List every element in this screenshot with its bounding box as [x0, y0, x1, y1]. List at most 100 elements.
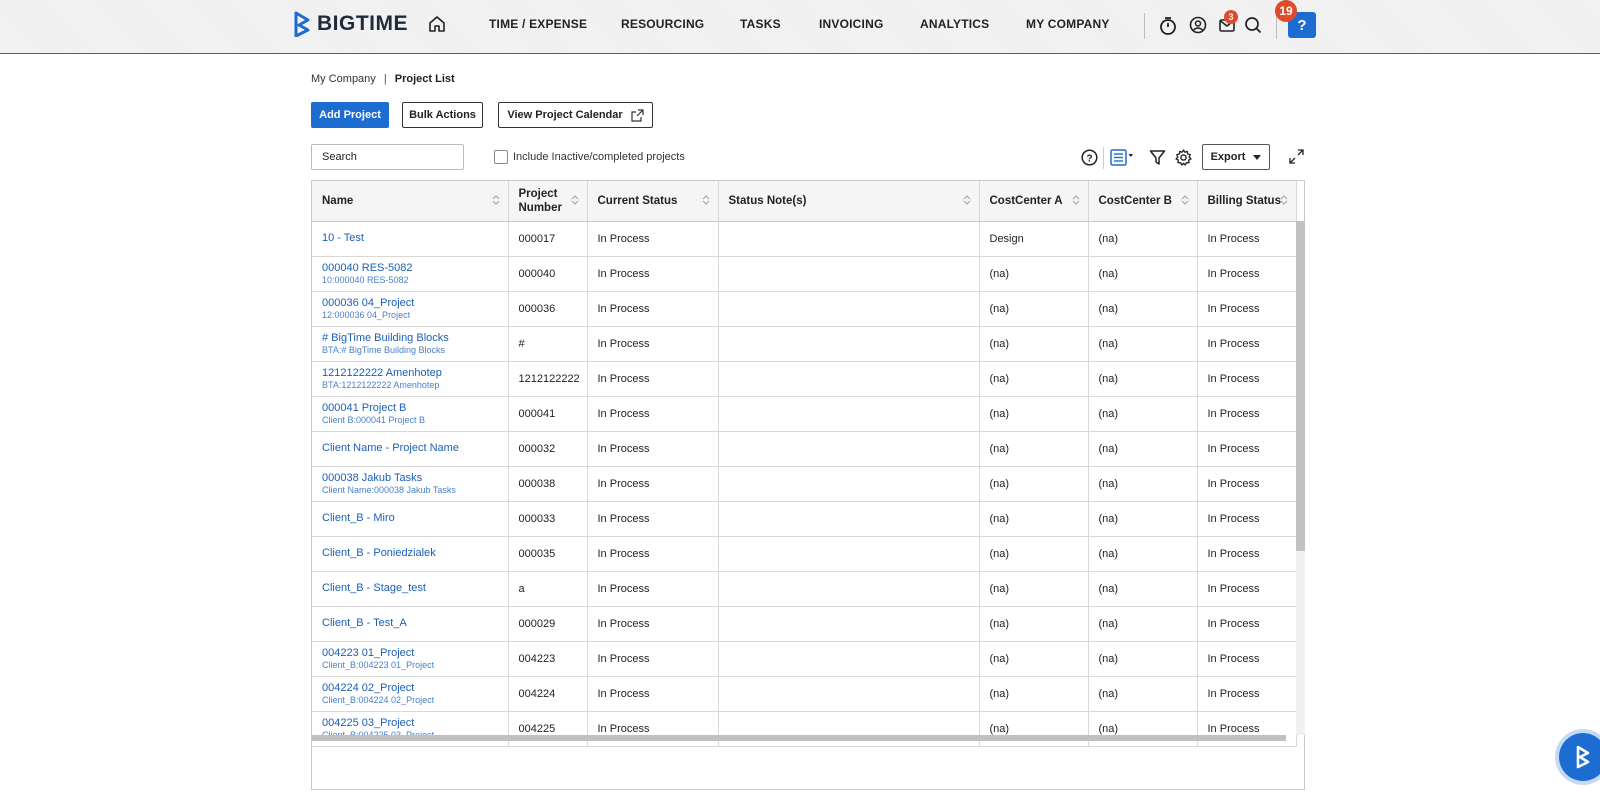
- status-note-cell: [718, 536, 980, 572]
- project-name-link[interactable]: Client_B - Test_A: [322, 617, 498, 630]
- costcenter-b-cell: (na): [1088, 431, 1198, 467]
- settings-button[interactable]: [1175, 149, 1192, 171]
- search-icon: [1245, 17, 1262, 34]
- breadcrumb-parent[interactable]: My Company: [311, 73, 376, 85]
- sort-icon[interactable]: [963, 194, 971, 210]
- grid-help-button[interactable]: ?: [1081, 149, 1098, 171]
- nav-my-company[interactable]: MY COMPANY: [1026, 17, 1110, 31]
- project-name-link[interactable]: 004224 02_Project: [322, 682, 498, 695]
- status-note-cell: [718, 676, 980, 712]
- assistant-launcher-button[interactable]: [1559, 733, 1600, 781]
- project-name-link[interactable]: 10 - Test: [322, 232, 498, 245]
- table-row[interactable]: Client_B - Poniedzialek 000035 In Process(…: [312, 536, 1297, 572]
- project-full-name: 10:000040 RES-5082: [322, 274, 409, 285]
- nav-invoicing[interactable]: INVOICING: [819, 17, 883, 31]
- project-name-link[interactable]: 1212122222 Amenhotep: [322, 367, 498, 380]
- project-name-link[interactable]: Client_B - Miro: [322, 512, 498, 525]
- timer-button[interactable]: [1159, 16, 1177, 41]
- horizontal-scrollbar[interactable]: [312, 735, 1286, 741]
- project-name-link[interactable]: 004223 01_Project: [322, 647, 498, 660]
- nav-resourcing[interactable]: RESOURCING: [621, 17, 704, 31]
- project-name-link[interactable]: 000036 04_Project: [322, 297, 498, 310]
- sort-icon[interactable]: [1280, 194, 1288, 210]
- billing-status-cell: In Process: [1197, 466, 1297, 502]
- include-inactive-toggle[interactable]: Include Inactive/completed projects: [494, 150, 685, 164]
- sort-icon[interactable]: [1072, 194, 1080, 210]
- table-row[interactable]: Client_B - Miro 000033 In Process (na) (na) I…: [312, 501, 1297, 537]
- billing-status-cell: In Process: [1197, 221, 1297, 257]
- table-row[interactable]: 000036 04_Project 12:000036 04_Project 000…: [312, 291, 1297, 327]
- table-row[interactable]: 000038 Jakub Tasks Client Name:000038 Jak…: [312, 466, 1297, 502]
- profile-button[interactable]: [1189, 16, 1207, 39]
- vertical-scrollbar[interactable]: [1296, 221, 1305, 735]
- help-label: ?: [1297, 16, 1307, 34]
- nav-divider: [1144, 13, 1145, 39]
- sort-icon[interactable]: [492, 194, 500, 210]
- project-name-link[interactable]: Client_B - Stage_test: [322, 582, 498, 595]
- bigtime-logo[interactable]: BIGTIME: [293, 11, 408, 37]
- table-row[interactable]: 000040 RES-5082 10:000040 RES-5082 000040 I…: [312, 256, 1297, 292]
- filter-button[interactable]: [1149, 149, 1166, 171]
- svg-text:?: ?: [1086, 153, 1092, 164]
- status-note-cell: [718, 571, 980, 607]
- stopwatch-icon: [1160, 17, 1176, 35]
- table-row[interactable]: 004224 02_Project Client_B:004224 02_Proj…: [312, 676, 1297, 712]
- column-header-name[interactable]: Name: [312, 181, 509, 222]
- project-name-link[interactable]: 004225 03_Project: [322, 717, 498, 730]
- costcenter-b-cell: (na): [1088, 326, 1198, 362]
- project-name-link[interactable]: 000040 RES-5082: [322, 262, 498, 275]
- include-inactive-checkbox[interactable]: [494, 150, 508, 164]
- project-name-link[interactable]: # BigTime Building Blocks: [322, 332, 498, 345]
- billing-status-cell: In Process: [1197, 536, 1297, 572]
- project-name-cell: 10 - Test: [312, 221, 509, 257]
- status-note-cell: [718, 641, 980, 677]
- table-row[interactable]: 000041 Project B Client B:000041 Project …: [312, 396, 1297, 432]
- project-full-name: BTA:# BigTime Building Blocks: [322, 344, 446, 355]
- billing-status-cell: In Process: [1197, 256, 1297, 292]
- column-header-costcenter-b[interactable]: CostCenter B: [1088, 181, 1198, 222]
- column-header-costcenter-a[interactable]: CostCenter A: [979, 181, 1089, 222]
- add-project-button[interactable]: Add Project: [311, 102, 389, 128]
- costcenter-a-cell: (na): [979, 641, 1089, 677]
- table-row[interactable]: # BigTime Building Blocks BTA:# BigTime B…: [312, 326, 1297, 362]
- bulk-actions-button[interactable]: Bulk Actions: [402, 102, 483, 128]
- export-dropdown[interactable]: Export: [1202, 144, 1270, 170]
- expand-grid-button[interactable]: [1289, 149, 1304, 169]
- nav-time-expense[interactable]: TIME / EXPENSE: [489, 17, 587, 31]
- project-name-link[interactable]: 000041 Project B: [322, 402, 498, 415]
- project-name-link[interactable]: 000038 Jakub Tasks: [322, 472, 498, 485]
- table-row[interactable]: Client_B - Test_A 000029 In Process (na) (na…: [312, 606, 1297, 642]
- table-row[interactable]: 10 - Test 000017 In Process Design (na) In Pr…: [312, 221, 1297, 257]
- column-header-current-status[interactable]: Current Status: [587, 181, 719, 222]
- vertical-scrollbar-thumb[interactable]: [1296, 221, 1305, 551]
- column-header-project-number[interactable]: Project Number: [508, 181, 588, 222]
- sort-icon[interactable]: [702, 194, 710, 210]
- help-count-badge: 19: [1275, 0, 1297, 22]
- column-label: CostCenter A: [989, 194, 1063, 207]
- column-header-billing-status[interactable]: Billing Status: [1197, 181, 1297, 222]
- current-status-cell: In Process: [587, 361, 719, 397]
- billing-status-cell: In Process: [1197, 326, 1297, 362]
- current-status-cell: In Process: [587, 466, 719, 502]
- sort-icon[interactable]: [571, 194, 579, 210]
- column-label: Status Note(s): [728, 194, 807, 207]
- table-row[interactable]: Client Name - Project Name 000032 In Proce…: [312, 431, 1297, 467]
- nav-tasks[interactable]: TASKS: [740, 17, 781, 31]
- nav-analytics[interactable]: ANALYTICS: [920, 17, 989, 31]
- column-label: Name: [322, 194, 354, 207]
- view-project-calendar-button[interactable]: View Project Calendar: [498, 102, 653, 128]
- project-name-link[interactable]: Client_B - Poniedzialek: [322, 547, 498, 560]
- search-input[interactable]: [311, 144, 464, 170]
- table-row[interactable]: Client_B - Stage_test a In Process (na) (na)…: [312, 571, 1297, 607]
- global-search-button[interactable]: [1244, 16, 1262, 39]
- column-header-status-notes[interactable]: Status Note(s): [718, 181, 980, 222]
- sort-icon[interactable]: [1181, 194, 1189, 210]
- view-selector-button[interactable]: [1110, 149, 1134, 171]
- current-status-cell: In Process: [587, 431, 719, 467]
- home-button[interactable]: [428, 15, 446, 38]
- project-name-cell: Client_B - Poniedzialek: [312, 536, 509, 572]
- costcenter-b-cell: (na): [1088, 466, 1198, 502]
- project-name-link[interactable]: Client Name - Project Name: [322, 442, 498, 455]
- table-row[interactable]: 004223 01_Project Client_B:004223 01_Proj…: [312, 641, 1297, 677]
- table-row[interactable]: 1212122222 Amenhotep BTA:1212122222 Amenh…: [312, 361, 1297, 397]
